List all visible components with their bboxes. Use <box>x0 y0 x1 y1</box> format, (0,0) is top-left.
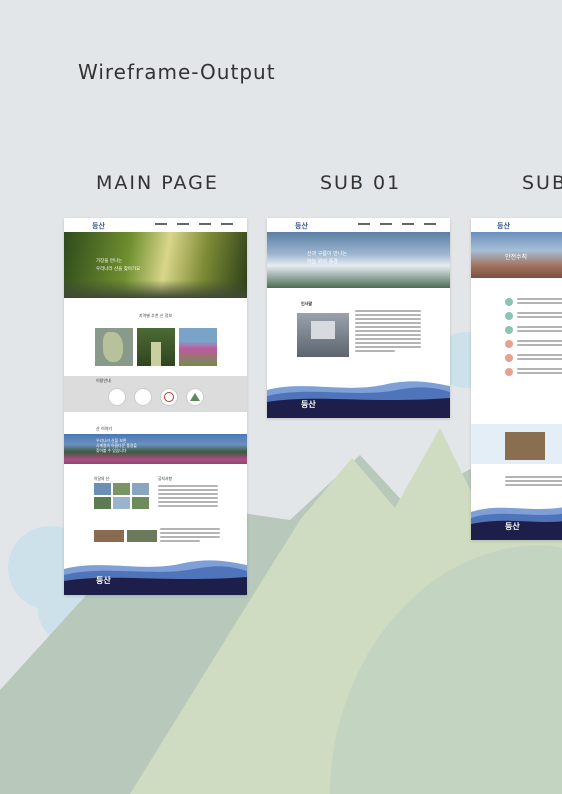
main-gallery-title: 이달의 산 <box>94 476 110 481</box>
forest-path-thumbnail[interactable] <box>137 328 175 366</box>
sub01-body-text <box>355 310 421 354</box>
main-nav: 등산 <box>64 218 247 232</box>
main-section-title: 지역별 추천 산 정보 <box>138 313 173 318</box>
column-title-sub02: SUB <box>522 172 562 194</box>
main-banner-image: 우리나라 산을 보면 사계절의 아름다운 풍경을 찾아볼 수 있습니다 <box>64 434 247 464</box>
sub02-page-preview[interactable]: 등산 안전수칙 등산 <box>471 218 562 540</box>
sub01-menu <box>358 223 436 225</box>
main-hero-image: 가장을 만나는 우리나라 산을 찾아가요 <box>64 232 247 298</box>
main-footer-wave <box>64 560 247 595</box>
main-page-preview[interactable]: 등산 가장을 만나는 우리나라 산을 찾아가요 지역별 추천 산 정보 이용안내… <box>64 218 247 595</box>
sub02-nav: 등산 <box>471 218 562 232</box>
sub02-hero-line-1: 안전수칙 <box>505 254 528 261</box>
main-icons-label: 이용안내 <box>96 378 111 383</box>
page-heading: Wireframe-Output <box>78 60 276 84</box>
column-title-main: MAIN PAGE <box>96 172 219 194</box>
main-notice-list[interactable] <box>158 485 218 509</box>
main-lower-text <box>160 528 220 544</box>
column-title-sub01: SUB 01 <box>320 172 402 194</box>
sub01-nav: 등산 <box>267 218 450 232</box>
sub01-hero-line-1: 산과 구름이 만나는 <box>307 251 347 257</box>
main-lower-thumbnails <box>94 530 157 542</box>
sub01-hero-image: 산과 구름이 만나는 하늘 위의 풍경 <box>267 232 450 288</box>
sub02-footer-wave <box>471 507 562 540</box>
main-icons-section: 이용안내 <box>64 376 247 412</box>
main-menu <box>155 223 233 225</box>
main-banner-line-3: 찾아볼 수 있습니다 <box>96 448 127 453</box>
main-hero-line-1: 가장을 만나는 <box>96 259 123 264</box>
main-banner-label: 산 이야기 <box>96 426 112 431</box>
mountain-icon[interactable] <box>186 388 204 406</box>
sub01-section-label: 인사말 <box>301 301 313 306</box>
flower-mountain-thumbnail[interactable] <box>179 328 217 366</box>
main-notice-title: 공지사항 <box>158 476 172 481</box>
sub02-footer-logo: 등산 <box>505 522 520 531</box>
map-icon[interactable] <box>108 388 126 406</box>
main-footer-logo: 등산 <box>96 576 111 585</box>
sub01-hero-line-2: 하늘 위의 풍경 <box>307 259 338 265</box>
sub02-rules-list <box>505 298 562 376</box>
sub02-hero-image: 안전수칙 <box>471 232 562 278</box>
sub01-logo: 등산 <box>295 222 308 230</box>
sub01-footer-logo: 등산 <box>301 400 316 409</box>
map-thumbnail[interactable] <box>95 328 133 366</box>
sub02-bottom-text <box>505 476 562 488</box>
sub01-footer-wave <box>267 381 450 418</box>
main-gallery-grid <box>94 483 150 509</box>
sub02-logo: 등산 <box>497 222 510 230</box>
gear-bag-icon[interactable] <box>134 388 152 406</box>
building-photo <box>297 313 349 357</box>
sub01-page-preview[interactable]: 등산 산과 구름이 만나는 하늘 위의 풍경 인사말 등산 <box>267 218 450 418</box>
main-logo: 등산 <box>92 222 105 230</box>
main-hero-line-2: 우리나라 산을 찾아가요 <box>96 267 141 272</box>
sub02-image-band <box>471 424 562 464</box>
prohibited-icon[interactable] <box>160 388 178 406</box>
